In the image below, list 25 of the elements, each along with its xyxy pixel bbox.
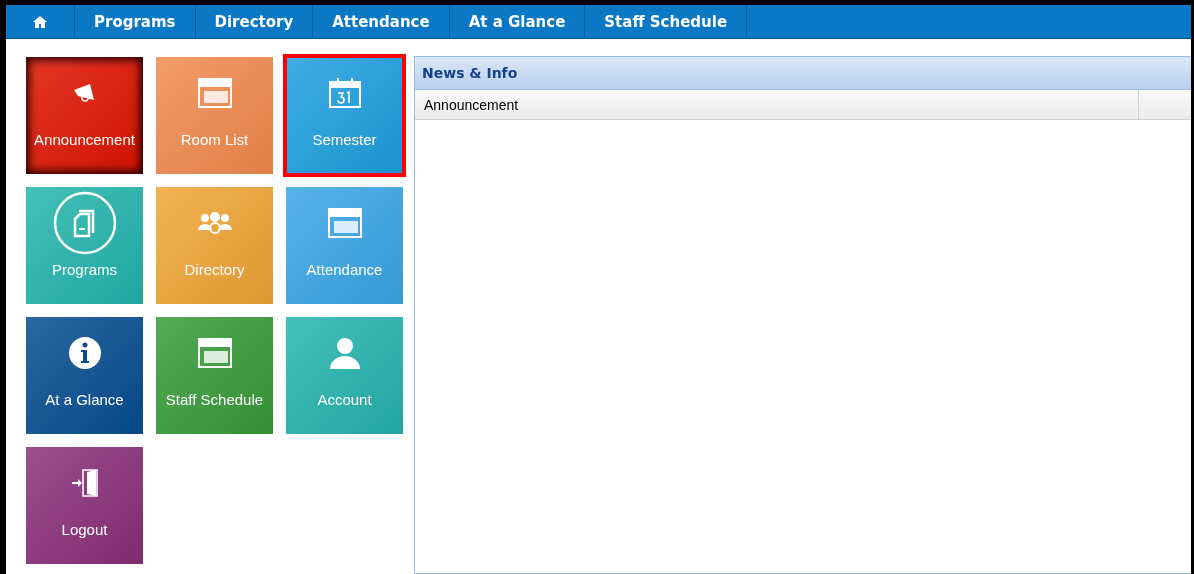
menu-tile[interactable]: Logout	[26, 447, 143, 564]
calendar-icon	[328, 78, 361, 108]
home-icon	[33, 15, 47, 28]
menu-tile[interactable]: At a Glance	[26, 317, 143, 434]
menu-tile[interactable]: Announcement	[26, 57, 143, 174]
info-icon	[67, 336, 102, 370]
panel-title: News & Info	[415, 57, 1191, 90]
nav-link[interactable]: Staff Schedule	[585, 5, 748, 38]
nav-link[interactable]: At a Glance	[449, 5, 586, 38]
nav-link[interactable]: Directory	[195, 5, 314, 38]
nav-link[interactable]: Attendance	[313, 5, 450, 38]
calendar-icon	[197, 78, 232, 108]
calendar-icon	[197, 338, 232, 368]
menu-tile[interactable]: Programs	[26, 187, 143, 304]
menu-tile[interactable]: Staff Schedule	[156, 317, 273, 434]
menu-tile[interactable]: Account	[286, 317, 403, 434]
user-icon	[328, 337, 361, 369]
nav-link[interactable]: Programs	[75, 5, 196, 38]
people-icon	[196, 212, 233, 234]
documents-icon	[52, 191, 117, 255]
menu-tile[interactable]: Attendance	[286, 187, 403, 304]
menu-tile[interactable]: Room List	[156, 57, 273, 174]
door-exit-icon	[70, 468, 99, 498]
calendar-icon	[327, 208, 362, 238]
menu-tile[interactable]: Semester	[286, 57, 403, 174]
